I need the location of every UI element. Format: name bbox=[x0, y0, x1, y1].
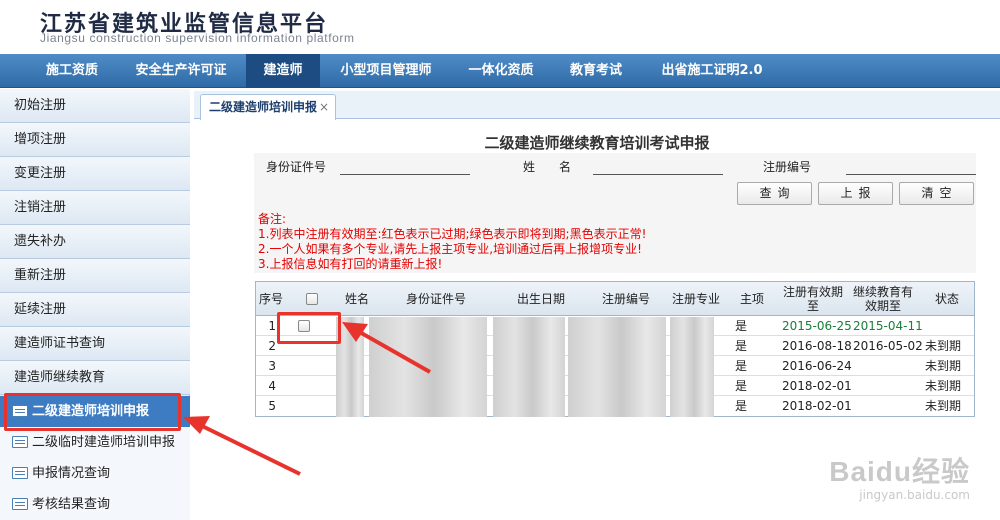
column-header-seq: 序号 bbox=[258, 292, 283, 306]
column-header-valid-line1: 注册有效期 bbox=[782, 285, 843, 299]
form-icon bbox=[12, 436, 28, 448]
notes: 备注: 1.列表中注册有效期至:红色表示已过期;绿色表示即将到期;黑色表示正常!… bbox=[258, 212, 646, 272]
table-header: 序号 姓名 身份证件号 出生日期 注册编号 注册专业 主项 注册有效期 至 继续… bbox=[256, 282, 974, 316]
nav-item-constructor[interactable]: 建造师 bbox=[246, 54, 320, 88]
registration-number-input[interactable] bbox=[846, 157, 976, 175]
site-subtitle: Jiangsu construction supervision informa… bbox=[40, 31, 355, 45]
row-status: 未到期 bbox=[925, 379, 962, 393]
name-label: 姓 名 bbox=[523, 160, 572, 174]
sidebar-item-change-registration[interactable]: 变更注册 bbox=[0, 157, 190, 191]
sidebar-subitem-temporary-training-application[interactable]: 二级临时建造师培训申报 bbox=[0, 427, 190, 458]
sidebar-subitem-label: 二级临时建造师培训申报 bbox=[32, 435, 176, 450]
sidebar-item-continuing-education[interactable]: 建造师继续教育 bbox=[0, 361, 190, 395]
watermark-logo: Baidu经验 bbox=[829, 456, 970, 487]
sidebar-subitem-label: 申报情况查询 bbox=[32, 466, 111, 481]
column-header-birth: 出生日期 bbox=[516, 292, 565, 306]
column-header-status: 状态 bbox=[934, 292, 959, 306]
registration-table: 序号 姓名 身份证件号 出生日期 注册编号 注册专业 主项 注册有效期 至 继续… bbox=[255, 281, 975, 417]
nav-item-safety-license[interactable]: 安全生产许可证 bbox=[120, 54, 242, 88]
submit-button[interactable]: 上报 bbox=[818, 182, 893, 205]
baidu-watermark: Baidu经验 jingyan.baidu.com bbox=[829, 450, 970, 502]
close-icon[interactable]: × bbox=[319, 95, 329, 119]
nav-item-integrated-qualification[interactable]: 一体化资质 bbox=[454, 54, 548, 88]
nav-item-out-of-province-cert[interactable]: 出省施工证明2.0 bbox=[644, 54, 780, 88]
redacted-birth-date bbox=[493, 317, 565, 417]
row-seq: 4 bbox=[268, 379, 276, 393]
column-header-valid-until: 注册有效期 至 bbox=[778, 282, 848, 316]
tab-label: 二级建造师培训申报 bbox=[209, 100, 318, 114]
row-valid-until: 2016-06-24 bbox=[782, 359, 852, 373]
column-header-id: 身份证件号 bbox=[405, 292, 466, 306]
row-valid-until: 2018-02-01 bbox=[782, 379, 852, 393]
page-title: 二级建造师继续教育培训考试申报 bbox=[484, 134, 710, 152]
sidebar-subitem-application-status[interactable]: 申报情况查询 bbox=[0, 458, 190, 489]
nav-item-construction-qualification[interactable]: 施工资质 bbox=[30, 54, 114, 88]
nav-item-small-project-manager[interactable]: 小型项目管理师 bbox=[326, 54, 446, 88]
annotation-highlight-box bbox=[277, 312, 341, 344]
sidebar-item-renewal-registration[interactable]: 延续注册 bbox=[0, 293, 190, 327]
row-seq: 1 bbox=[268, 319, 276, 333]
sidebar-item-certificate-query[interactable]: 建造师证书查询 bbox=[0, 327, 190, 361]
tab-bar: 二级建造师培训申报 × bbox=[194, 91, 1000, 120]
row-main: 是 bbox=[735, 399, 748, 413]
column-header-edu-line2: 效期至 bbox=[864, 299, 901, 313]
row-main: 是 bbox=[735, 359, 748, 373]
redacted-id-number bbox=[369, 317, 487, 417]
id-number-input[interactable] bbox=[340, 157, 470, 175]
redacted-registration-number bbox=[568, 317, 666, 417]
column-header-main: 主项 bbox=[739, 292, 764, 306]
row-main: 是 bbox=[735, 319, 748, 333]
notes-heading: 备注: bbox=[258, 212, 287, 226]
column-header-education-valid: 继续教育有 效期至 bbox=[848, 282, 918, 316]
row-education-valid: 2016-05-02 bbox=[853, 339, 923, 353]
tab-training-application[interactable]: 二级建造师培训申报 × bbox=[200, 94, 336, 120]
note-line: 1.列表中注册有效期至:红色表示已过期;绿色表示即将到期;黑色表示正常! bbox=[258, 227, 647, 241]
redacted-major bbox=[670, 317, 714, 417]
row-main: 是 bbox=[735, 379, 748, 393]
row-seq: 3 bbox=[268, 359, 276, 373]
watermark-url: jingyan.baidu.com bbox=[859, 488, 970, 502]
form-icon bbox=[12, 467, 28, 479]
registration-number-label: 注册编号 bbox=[763, 160, 812, 174]
row-seq: 2 bbox=[268, 339, 276, 353]
query-button[interactable]: 查询 bbox=[737, 182, 812, 205]
row-education-valid: 2015-04-11 bbox=[853, 319, 923, 333]
annotation-highlight-box bbox=[4, 393, 181, 431]
id-number-label: 身份证件号 bbox=[266, 160, 327, 174]
column-header-select bbox=[286, 282, 338, 316]
sidebar-item-re-registration[interactable]: 重新注册 bbox=[0, 259, 190, 293]
sidebar-subitem-label: 考核结果查询 bbox=[32, 497, 111, 512]
row-valid-until: 2016-08-18 bbox=[782, 339, 852, 353]
name-input[interactable] bbox=[593, 157, 723, 175]
row-valid-until: 2018-02-01 bbox=[782, 399, 852, 413]
row-valid-until: 2015-06-25 bbox=[782, 319, 852, 333]
sidebar: 初始注册 增项注册 变更注册 注销注册 遗失补办 重新注册 延续注册 建造师证书… bbox=[0, 89, 190, 520]
nav-item-education-exam[interactable]: 教育考试 bbox=[554, 54, 638, 88]
row-status: 未到期 bbox=[925, 339, 962, 353]
column-header-valid-line2: 至 bbox=[806, 299, 819, 313]
site-header: 江苏省建筑业监管信息平台 Jiangsu construction superv… bbox=[0, 0, 1000, 54]
row-seq: 5 bbox=[268, 399, 276, 413]
note-line: 2.一个人如果有多个专业,请先上报主项专业,培训通过后再上报增项专业! bbox=[258, 242, 642, 256]
sidebar-subitem-exam-results[interactable]: 考核结果查询 bbox=[0, 489, 190, 520]
main-nav: 施工资质 安全生产许可证 建造师 小型项目管理师 一体化资质 教育考试 出省施工… bbox=[0, 54, 1000, 88]
row-status: 未到期 bbox=[925, 359, 962, 373]
sidebar-item-initial-registration[interactable]: 初始注册 bbox=[0, 89, 190, 123]
note-line: 3.上报信息如有打回的请重新上报! bbox=[258, 257, 443, 271]
sidebar-item-cancel-registration[interactable]: 注销注册 bbox=[0, 191, 190, 225]
clear-button[interactable]: 清空 bbox=[899, 182, 974, 205]
form-icon bbox=[12, 498, 28, 510]
arrow-icon bbox=[183, 416, 301, 476]
sidebar-item-lost-replacement[interactable]: 遗失补办 bbox=[0, 225, 190, 259]
select-all-checkbox[interactable] bbox=[306, 293, 318, 305]
sidebar-item-additional-registration[interactable]: 增项注册 bbox=[0, 123, 190, 157]
column-header-name: 姓名 bbox=[344, 292, 369, 306]
column-header-edu-line1: 继续教育有 bbox=[852, 285, 913, 299]
row-main: 是 bbox=[735, 339, 748, 353]
column-header-major: 注册专业 bbox=[671, 292, 720, 306]
column-header-registration-number: 注册编号 bbox=[601, 292, 650, 306]
row-status: 未到期 bbox=[925, 399, 962, 413]
